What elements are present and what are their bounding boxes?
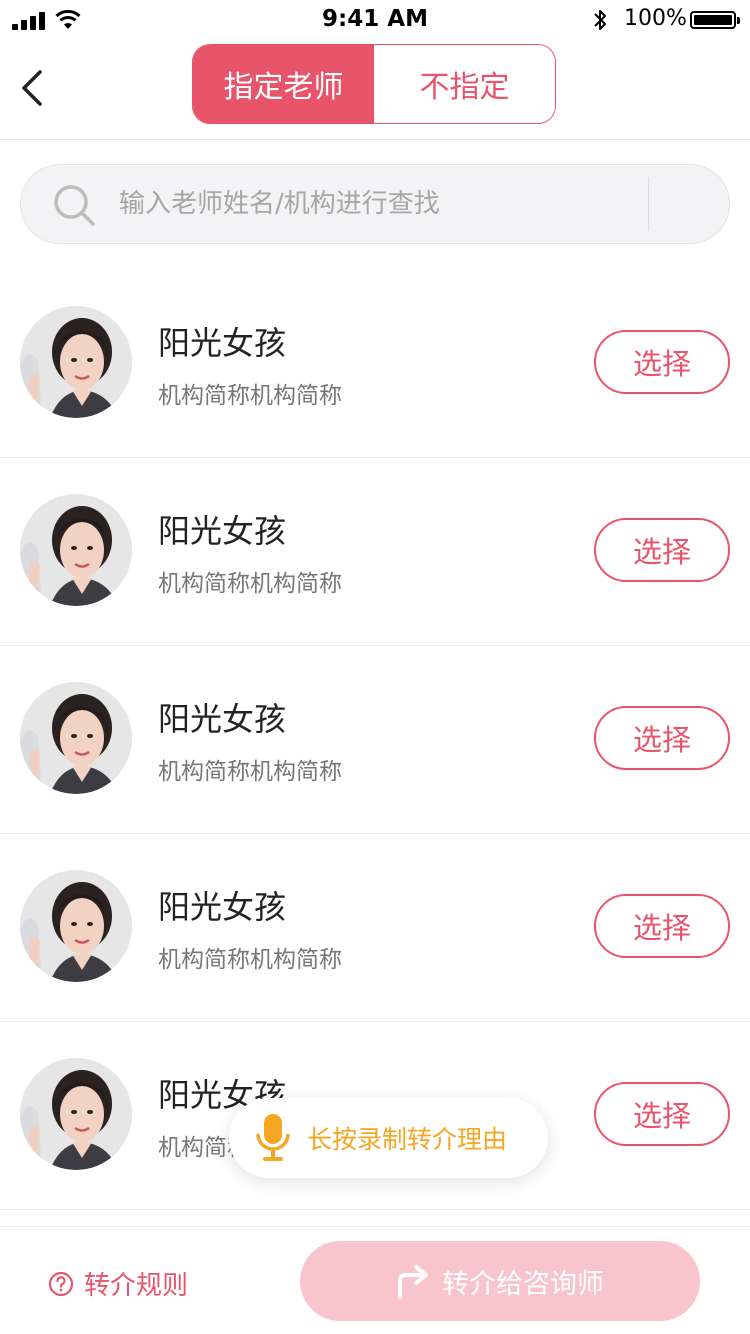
avatar bbox=[20, 494, 132, 606]
teacher-row: 阳光女孩 机构简称机构简称 选择 bbox=[0, 834, 750, 1022]
teacher-name: 阳光女孩 bbox=[158, 700, 287, 738]
help-circle-icon bbox=[48, 1271, 74, 1296]
teacher-row: 阳光女孩 机构简称机构简称 选择 bbox=[0, 646, 750, 834]
tab-no-preference[interactable]: 不指定 bbox=[374, 45, 555, 123]
search-icon bbox=[54, 185, 95, 226]
voice-record-button[interactable]: 长按录制转介理由 bbox=[229, 1098, 548, 1178]
teacher-mode-segmented-control: 指定老师 不指定 bbox=[192, 44, 556, 124]
tab-specify-teacher[interactable]: 指定老师 bbox=[193, 45, 374, 123]
teacher-name: 阳光女孩 bbox=[158, 512, 287, 550]
bottom-bar: 转介规则 转介给咨询师 bbox=[0, 1226, 750, 1334]
refer-to-counselor-label: 转介给咨询师 bbox=[442, 1268, 604, 1300]
select-teacher-button[interactable]: 选择 bbox=[594, 330, 730, 394]
teacher-org: 机构简称机构简称 bbox=[158, 759, 342, 785]
battery-icon bbox=[690, 11, 740, 29]
teacher-org: 机构简称机构简称 bbox=[158, 947, 342, 973]
teacher-list: 阳光女孩 机构简称机构简称 选择 阳光女孩 机构简称机构简称 选择 阳光女孩 机… bbox=[0, 270, 750, 1210]
back-button[interactable] bbox=[14, 64, 54, 112]
teacher-name: 阳光女孩 bbox=[158, 888, 287, 926]
avatar bbox=[20, 306, 132, 418]
search-bar[interactable]: 输入老师姓名/机构进行查找 bbox=[20, 164, 730, 244]
teacher-org: 机构简称机构简称 bbox=[158, 571, 342, 597]
avatar bbox=[20, 682, 132, 794]
bluetooth-icon bbox=[594, 10, 606, 30]
select-teacher-button[interactable]: 选择 bbox=[594, 1082, 730, 1146]
select-teacher-button[interactable]: 选择 bbox=[594, 706, 730, 770]
referral-rules-link[interactable]: 转介规则 bbox=[48, 1265, 188, 1302]
refer-to-counselor-button[interactable]: 转介给咨询师 bbox=[300, 1241, 700, 1321]
chevron-left-icon bbox=[22, 70, 42, 106]
teacher-row: 阳光女孩 机构简称机构简称 选择 bbox=[0, 458, 750, 646]
battery-percent: 100% bbox=[624, 6, 687, 31]
teacher-name: 阳光女孩 bbox=[158, 324, 287, 362]
microphone-icon bbox=[256, 1114, 290, 1161]
avatar bbox=[20, 1058, 132, 1170]
referral-rules-label: 转介规则 bbox=[84, 1271, 189, 1301]
share-arrow-icon bbox=[398, 1265, 428, 1299]
select-teacher-button[interactable]: 选择 bbox=[594, 518, 730, 582]
teacher-row: 阳光女孩 机构简称机构简称 选择 bbox=[0, 270, 750, 458]
teacher-org: 机构简称机构简称 bbox=[158, 383, 342, 409]
voice-record-label: 长按录制转介理由 bbox=[307, 1125, 508, 1154]
avatar bbox=[20, 870, 132, 982]
search-divider bbox=[648, 177, 649, 231]
select-teacher-button[interactable]: 选择 bbox=[594, 894, 730, 958]
nav-bar: 指定老师 不指定 bbox=[0, 40, 750, 140]
status-bar: 9:41 AM 100% bbox=[0, 0, 750, 40]
search-input[interactable]: 输入老师姓名/机构进行查找 bbox=[119, 165, 440, 243]
